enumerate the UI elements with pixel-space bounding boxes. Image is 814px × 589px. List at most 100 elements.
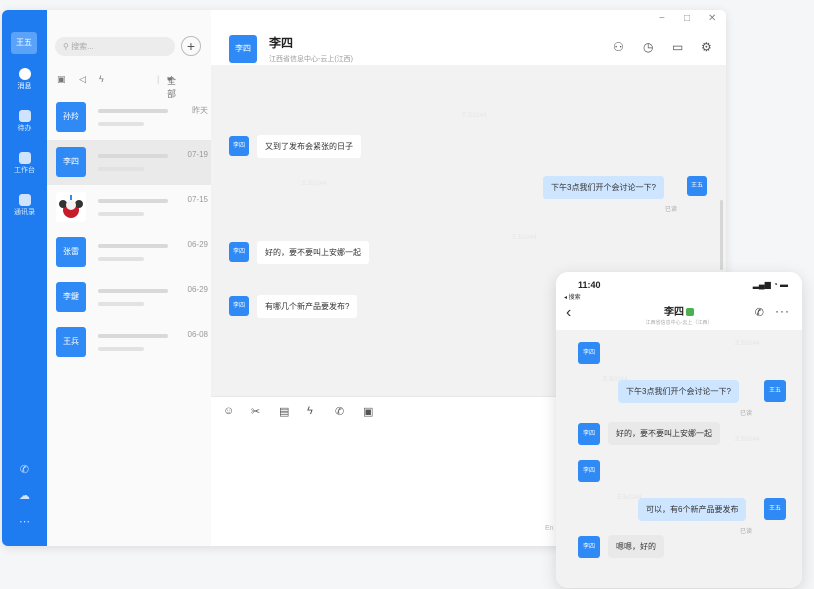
scissors-icon[interactable]: ✂ <box>251 405 260 418</box>
emoji-icon[interactable]: ☺ <box>223 405 234 417</box>
preview-name-placeholder <box>98 199 168 203</box>
maximize-button[interactable]: □ <box>684 13 690 24</box>
call-icon[interactable]: ✆ <box>755 306 764 319</box>
preview-text-placeholder <box>98 122 144 126</box>
phone-icon[interactable]: ✆ <box>335 405 344 418</box>
chat-title: 李四 <box>269 36 294 50</box>
chat-subtitle: 江西省信息中心-云上(江西) <box>269 56 353 63</box>
avatar: 李鍵 <box>56 282 86 312</box>
read-status: 已读 <box>740 529 753 535</box>
conversation-time: 06-08 <box>187 330 208 339</box>
file-icon[interactable]: ▤ <box>279 405 289 418</box>
filter-dropdown[interactable]: ⏷ 全部 ▾ <box>167 74 176 99</box>
todo-icon <box>18 110 31 122</box>
peer-message-avatar[interactable]: 李四 <box>578 342 600 364</box>
flash-icon[interactable]: ϟ <box>307 405 313 417</box>
phone-icon[interactable]: ✆ <box>2 463 47 476</box>
conversation-item[interactable]: 张雷 06-29 <box>47 230 211 275</box>
nav-todo-label: 待办 <box>17 125 32 132</box>
preview-text-placeholder <box>98 212 144 216</box>
filter-divider: | <box>157 74 160 84</box>
cloud-icon[interactable]: ☁ <box>2 489 47 502</box>
conversation-item[interactable]: 孙羚 昨天 <box>47 95 211 140</box>
message-bubble: 下午3点我们开个会讨论一下? <box>543 176 664 199</box>
conversation-time: 07-19 <box>187 150 208 159</box>
avatar: 孙羚 <box>56 102 86 132</box>
conversation-list-panel: ⚲ 搜索... + ▣ ◁ ϟ | ⏷全部 ▾ 孙羚 昨天 李四 07-19 <box>47 10 212 546</box>
screen-icon[interactable]: ▣ <box>363 405 373 418</box>
watermark: 王五0244 <box>734 437 760 443</box>
minimize-button[interactable]: − <box>659 13 665 24</box>
flash-icon[interactable]: ϟ <box>99 74 104 84</box>
search-placeholder: 搜索... <box>71 42 94 51</box>
preview-name-placeholder <box>98 244 168 248</box>
status-time: 11:40 <box>578 280 601 290</box>
nav-messages[interactable]: 消息 <box>2 68 47 91</box>
message-bubble: 好的，要不要叫上安娜一起 <box>608 422 720 445</box>
history-icon[interactable]: ◷ <box>643 40 653 54</box>
avatar: 张雷 <box>56 237 86 267</box>
nav-messages-label: 消息 <box>17 83 32 90</box>
nav-contacts[interactable]: 通讯录 <box>2 194 47 217</box>
self-message-avatar[interactable]: 王五 <box>764 380 786 402</box>
peer-message-avatar[interactable]: 李四 <box>229 136 249 156</box>
watermark: 王五0244 <box>461 113 487 119</box>
conversation-time: 昨天 <box>192 106 208 115</box>
preview-name-placeholder <box>98 289 168 293</box>
conversation-item[interactable]: 李鍵 06-29 <box>47 275 211 320</box>
more-icon[interactable]: ··· <box>775 304 790 318</box>
peer-message-avatar[interactable]: 李四 <box>578 423 600 445</box>
add-member-icon[interactable]: ⚇ <box>613 40 624 54</box>
avatar: 李四 <box>56 147 86 177</box>
peer-message-avatar[interactable]: 李四 <box>578 536 600 558</box>
app-nav-rail: 王五 消息 待办 工作台 通讯录 ✆ ☁ ⋯ <box>2 10 47 546</box>
phone-chat-title: 李四 <box>664 307 684 318</box>
workbench-icon <box>18 152 31 164</box>
chat-peer-avatar[interactable]: 李四 <box>229 35 257 63</box>
preview-name-placeholder <box>98 109 168 113</box>
avatar: 王兵 <box>56 327 86 357</box>
message-icon <box>18 68 31 80</box>
preview-text-placeholder <box>98 167 144 171</box>
contacts-icon <box>18 194 31 206</box>
nav-todo[interactable]: 待办 <box>2 110 47 133</box>
chat-header: − □ ✕ 李四 李四 江西省信息中心-云上(江西) ⚇ ◷ ▭ ⚙ <box>211 10 726 65</box>
conversation-item[interactable]: 李四 07-19 <box>47 140 211 185</box>
filter-bar: ▣ ◁ ϟ | ⏷ 全部 ▾ <box>57 74 207 99</box>
self-message-avatar[interactable]: 王五 <box>764 498 786 520</box>
search-input[interactable]: ⚲ 搜索... <box>55 37 175 56</box>
announce-icon[interactable]: ◁ <box>79 74 86 85</box>
status-back-label[interactable]: ◂ 搜索 <box>564 292 581 301</box>
settings-icon[interactable]: ⚙ <box>701 40 712 54</box>
read-status: 已读 <box>665 207 678 213</box>
conversation-item[interactable]: 王兵 06-08 <box>47 320 211 365</box>
conversation-item[interactable]: 07-15 <box>47 185 211 230</box>
watermark: 王五0244 <box>734 341 760 347</box>
clown-avatar-icon <box>59 195 83 218</box>
close-button[interactable]: ✕ <box>708 13 716 24</box>
nav-workbench[interactable]: 工作台 <box>2 152 47 175</box>
preview-text-placeholder <box>98 347 144 351</box>
self-message-avatar[interactable]: 王五 <box>687 176 707 196</box>
phone-chat-title-row: 李四 <box>556 303 802 318</box>
folder-icon[interactable]: ▭ <box>672 40 683 54</box>
peer-message-avatar[interactable]: 李四 <box>578 460 600 482</box>
message-bubble: 可以，有6个新产品要发布 <box>638 498 747 521</box>
search-icon: ⚲ <box>63 42 72 51</box>
calendar-icon[interactable]: ▣ <box>57 74 66 85</box>
message-bubble: 嗯嗯，好的 <box>608 535 664 558</box>
send-hint: En <box>545 525 554 532</box>
add-button[interactable]: + <box>181 36 201 56</box>
conversation-time: 06-29 <box>187 285 208 294</box>
nav-contacts-label: 通讯录 <box>14 209 35 216</box>
nav-workbench-label: 工作台 <box>14 167 35 174</box>
preview-text-placeholder <box>98 257 144 261</box>
chat-scrollbar[interactable] <box>720 200 723 270</box>
phone-mockup: 11:40 ◂ 搜索 ▂▄▆ ◔ ▬ ‹ 李四 江西省信息中心-云上（江西） ✆… <box>556 272 802 588</box>
user-avatar[interactable]: 王五 <box>11 32 37 54</box>
peer-message-avatar[interactable]: 李四 <box>229 296 249 316</box>
message-bubble: 又到了发布会紧张的日子 <box>257 135 361 158</box>
preview-name-placeholder <box>98 154 168 158</box>
more-icon[interactable]: ⋯ <box>2 515 47 528</box>
peer-message-avatar[interactable]: 李四 <box>229 242 249 262</box>
